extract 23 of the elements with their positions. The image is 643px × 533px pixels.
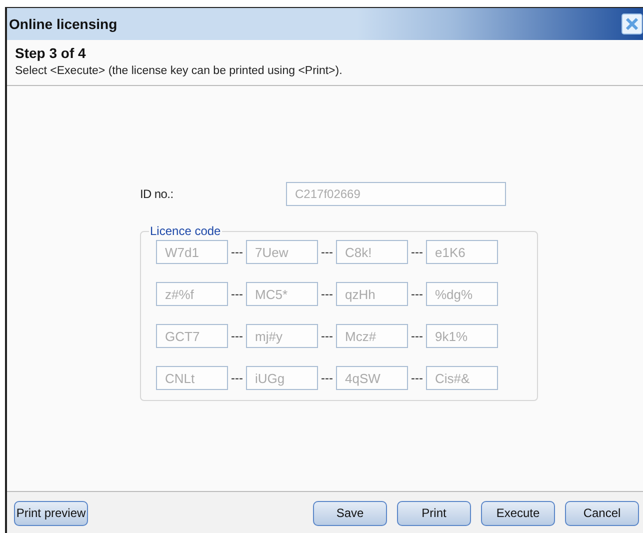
step-title: Step 3 of 4 [15, 45, 87, 61]
separator-dash: --- [410, 245, 424, 259]
separator-dash: --- [410, 329, 424, 343]
separator-dash: --- [320, 329, 334, 343]
separator-dash: --- [320, 245, 334, 259]
close-icon[interactable] [621, 13, 643, 35]
cancel-button[interactable]: Cancel [565, 500, 639, 526]
window-title: Online licensing [9, 16, 118, 32]
print-preview-button[interactable]: Print preview [14, 500, 88, 526]
instruction-text: Select <Execute> (the license key can be printed using <Print>). [15, 65, 344, 77]
separator-dash: --- [230, 329, 244, 343]
separator-dash: --- [320, 287, 334, 301]
separator-dash: --- [230, 287, 244, 301]
print-button[interactable]: Print [397, 500, 471, 526]
separator-dash: --- [410, 371, 424, 385]
save-button[interactable]: Save [313, 500, 387, 526]
separator-dash: --- [410, 287, 424, 301]
separator-dash: --- [320, 371, 334, 385]
separator-dash: --- [230, 371, 244, 385]
execute-button[interactable]: Execute [481, 500, 555, 526]
id-label: ID no.: [140, 187, 174, 201]
separator-dash: --- [230, 245, 244, 259]
group-legend: Licence code [149, 224, 222, 238]
